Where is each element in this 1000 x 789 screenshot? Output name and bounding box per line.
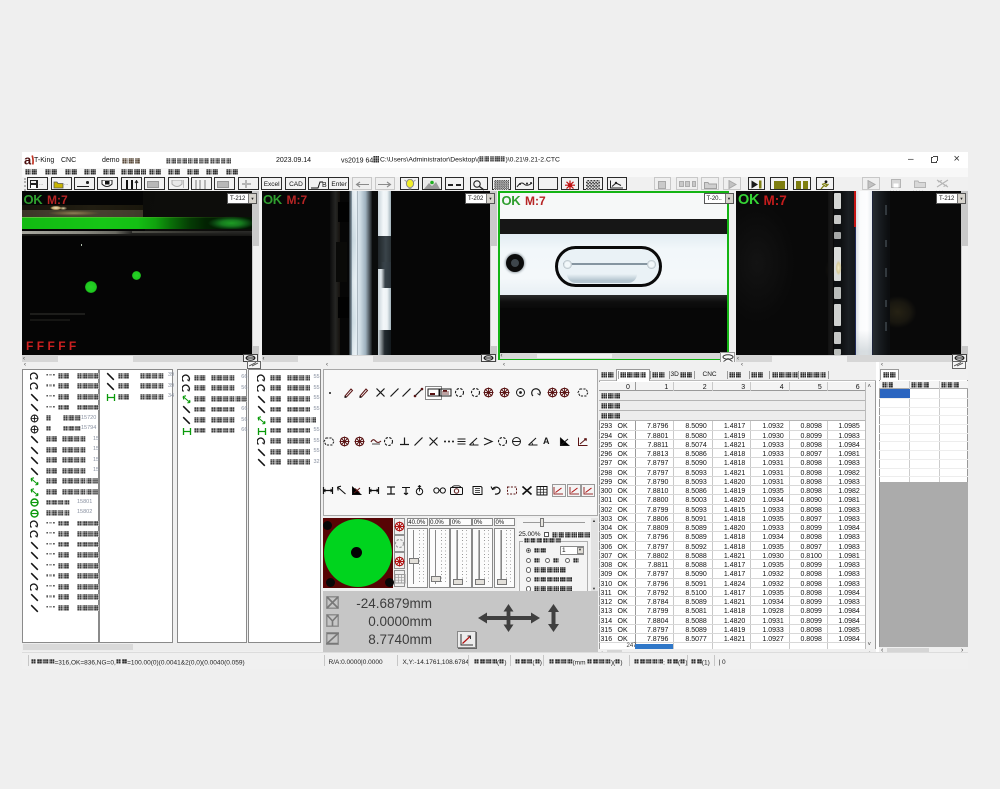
svg-text:a: a xyxy=(24,154,32,166)
svg-text:B: B xyxy=(322,182,327,189)
